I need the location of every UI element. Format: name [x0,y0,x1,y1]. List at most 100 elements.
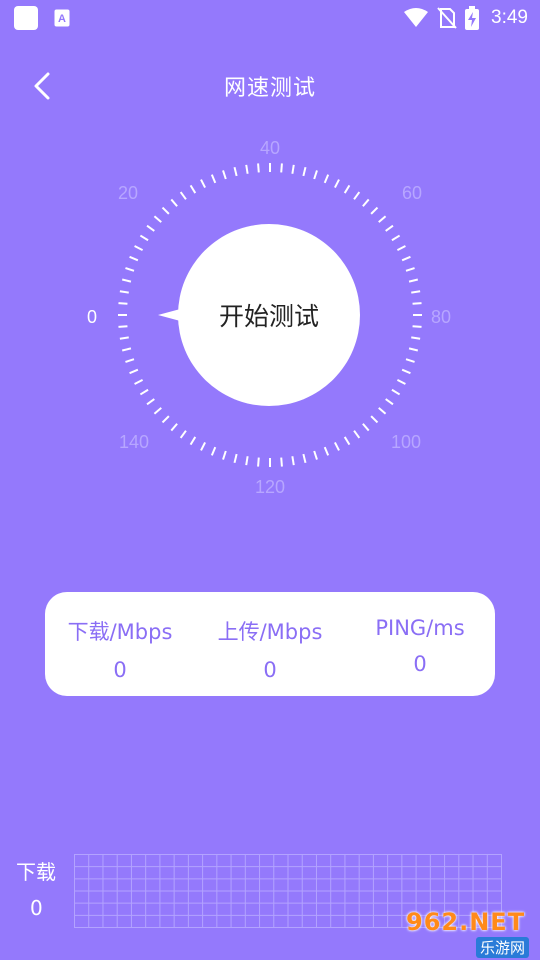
gauge-tick [170,198,178,207]
gauge-tick [189,436,197,446]
gauge-tick [362,198,370,207]
status-icons: 3:49 [403,6,528,30]
gauge-tick [302,453,307,464]
gauge-tick [129,255,139,262]
gauge-label-80: 80 [431,307,451,327]
gauge-label-100: 100 [391,432,421,452]
gauge-tick [385,398,394,406]
gauge-tick [257,457,260,467]
gauge-label-140: 140 [119,432,149,452]
gauge-tick [280,163,283,173]
gauge-tick [391,234,401,242]
gauge-tick [353,430,361,439]
gauge-tick [405,358,415,363]
gauge-tick [139,234,149,242]
gauge-tick [134,245,144,251]
gauge-tick [121,347,132,352]
gauge-tick [233,166,238,177]
svg-text:A: A [58,13,66,25]
no-sim-icon [437,7,457,29]
gauge-tick [343,184,351,194]
start-test-button[interactable]: 开始测试 [178,224,360,406]
chart-value: 0 [30,896,43,920]
gauge-tick [313,450,318,460]
gauge-tick [378,407,387,415]
gauge-tick [257,163,260,173]
watermark-site-name: 乐游网 [476,937,530,958]
gauge-tick [161,206,170,215]
gauge-tick [146,224,155,232]
gauge-tick [210,174,217,184]
download-result: 下载/Mbps 0 [45,592,195,696]
gauge-tick [291,164,295,174]
gauge-tick [179,191,187,200]
gauge-label-40: 40 [260,138,280,158]
gauge-tick [391,388,401,396]
a-notification-icon: A [54,9,70,27]
gauge-tick [121,278,132,283]
gauge-tick [408,347,419,352]
app-square-icon [14,6,38,30]
gauge-tick [245,456,249,466]
ping-label: PING/ms [375,616,465,640]
gauge-tick [161,415,170,424]
gauge-tick [222,170,227,180]
gauge-tick [408,278,419,283]
gauge-tick [370,206,379,215]
gauge-tick [411,290,421,294]
gauge-tick [170,423,178,432]
speed-gauge: 0 20 40 60 80 100 120 140 开始测试 [0,130,540,500]
gauge-tick [118,302,128,305]
upload-label: 上传/Mbps [217,620,323,644]
gauge-tick [119,336,129,340]
gauge-tick [125,358,135,363]
gauge-tick [302,166,307,177]
gauge-tick [245,164,249,174]
watermark-logo-text: 962.NET [406,908,526,936]
ping-value: 0 [413,652,427,676]
battery-charging-icon [465,6,480,30]
gauge-tick [153,407,162,415]
gauge-tick [334,441,340,451]
results-card: 下载/Mbps 0 上传/Mbps 0 PING/ms 0 [45,592,495,696]
gauge-tick [323,174,330,184]
gauge-tick [134,379,144,385]
gauge-label-0: 0 [87,307,97,327]
gauge-tick [323,446,330,456]
gauge-tick [153,215,162,223]
gauge-tick [139,388,149,396]
gauge-tick [370,415,379,424]
gauge-tick [146,398,155,406]
gauge-tick [343,436,351,446]
gauge-tick [129,368,139,375]
top-bar: 网速测试 [0,58,540,114]
gauge-tick [119,290,129,294]
gauge-tick [200,179,206,189]
upload-value: 0 [263,658,277,682]
gauge-tick [378,215,387,223]
gauge-label-60: 60 [402,183,422,203]
gauge-tick [412,325,422,328]
gauge-tick [411,336,421,340]
gauge-tick [362,423,370,432]
gauge-tick [396,379,406,385]
download-label: 下载/Mbps [67,620,173,644]
gauge-tick [118,325,128,328]
gauge-tick [233,453,238,464]
download-value: 0 [113,658,127,682]
page-title: 网速测试 [223,76,316,101]
gauge-tick [405,267,415,272]
gauge-label-120: 120 [255,477,285,497]
clock: 3:49 [491,7,528,28]
ping-result: PING/ms 0 [345,592,495,696]
gauge-tick [179,430,187,439]
status-bar: A 3:49 [0,0,540,36]
gauge-tick [353,191,361,200]
site-watermark: 962.NET 乐游网 [400,908,534,958]
gauge-tick [334,179,340,189]
gauge-label-20: 20 [118,183,138,203]
gauge-tick [200,441,206,451]
gauge-tick [313,170,318,180]
gauge-tick [210,446,217,456]
gauge-tick [222,450,227,460]
